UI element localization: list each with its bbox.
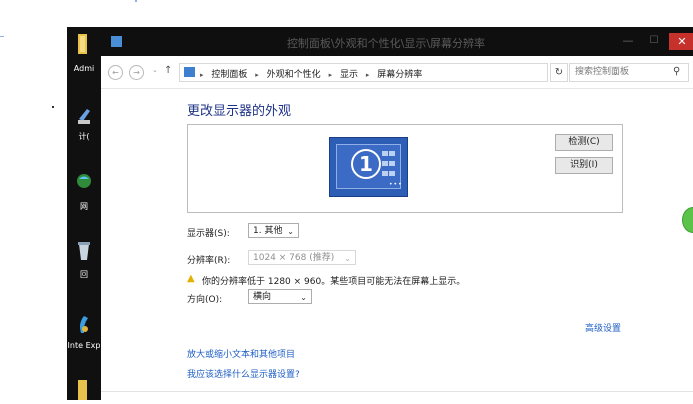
screen-resolution-window: 控制面板\外观和个性化\显示\屏幕分辨率 — ☐ ✕ ← → ⌄ ↑ ▸ 控制面… — [101, 27, 693, 400]
chevron-down-icon: ⌄ — [344, 254, 351, 263]
background-mark — [52, 106, 54, 108]
breadcrumb-separator[interactable]: ▸ — [329, 71, 333, 79]
monitor-taskbar-dots: ••• — [389, 181, 403, 188]
resolution-select[interactable]: 1024 × 768 (推荐) ⌄ — [248, 250, 356, 265]
monitor-arrangement-panel: 1 ••• 检测(C) 识别(I) — [187, 124, 623, 213]
identify-button[interactable]: 识别(I) — [555, 157, 613, 174]
desktop-strip: Admi 计( 网 回 Inte Exp — [67, 27, 101, 400]
desktop-icon-label: Inte Exp — [67, 341, 101, 350]
up-button[interactable]: ↑ — [164, 65, 172, 76]
recent-locations-button[interactable]: ⌄ — [152, 66, 158, 74]
search-box[interactable]: ⚲ — [569, 63, 689, 82]
divider — [101, 391, 693, 392]
display-select[interactable]: 1. 其他 ⌄ — [248, 223, 299, 238]
display-label: 显示器(S): — [187, 229, 230, 239]
back-button[interactable]: ← — [108, 65, 123, 80]
folder-icon[interactable] — [75, 33, 93, 55]
internet-explorer-icon[interactable] — [75, 313, 93, 335]
search-icon[interactable]: ⚲ — [673, 66, 680, 77]
desktop-icon-label: 回 — [80, 270, 88, 279]
breadcrumb-item[interactable]: 显示 — [340, 70, 358, 80]
orientation-select[interactable]: 横向 ⌄ — [248, 289, 312, 304]
resolution-warning: 你的分辨率低于 1280 × 960。某些项目可能无法在屏幕上显示。 — [202, 277, 466, 287]
breadcrumb-item[interactable]: 外观和个性化 — [267, 70, 321, 80]
background-mark — [0, 36, 4, 37]
orientation-value: 横向 — [253, 292, 272, 302]
breadcrumb-separator: ▸ — [200, 71, 204, 79]
control-panel-icon — [184, 67, 195, 77]
chevron-down-icon: ⌄ — [300, 293, 307, 302]
resolution-value: 1024 × 768 (推荐) — [253, 253, 335, 263]
chevron-down-icon: ⌄ — [287, 227, 294, 236]
display-value: 1. 其他 — [253, 226, 283, 236]
resolution-label: 分辨率(R): — [187, 256, 231, 266]
title-bar[interactable]: 控制面板\外观和个性化\显示\屏幕分辨率 — ☐ ✕ — [101, 27, 693, 56]
minimize-button[interactable]: — — [621, 35, 635, 47]
monitor-tile[interactable]: 1 ••• — [329, 137, 408, 197]
breadcrumb-item[interactable]: 屏幕分辨率 — [377, 70, 422, 80]
window-title: 控制面板\外观和个性化\显示\屏幕分辨率 — [286, 37, 486, 50]
warning-icon: ▲ — [187, 273, 195, 284]
breadcrumb-item[interactable]: 控制面板 — [211, 70, 247, 80]
window-icon — [111, 36, 122, 47]
address-bar[interactable]: ▸ 控制面板 ▸ 外观和个性化 ▸ 显示 ▸ 屏幕分辨率 ⌄ — [179, 63, 619, 82]
monitor-grid-icon — [381, 151, 396, 176]
breadcrumb: ▸ 控制面板 ▸ 外观和个性化 ▸ 显示 ▸ 屏幕分辨率 — [200, 67, 422, 80]
page-title: 更改显示器的外观 — [187, 104, 292, 119]
desktop-icon-label: 计( — [78, 132, 90, 141]
detect-button[interactable]: 检测(C) — [555, 134, 613, 151]
forward-button[interactable]: → — [129, 65, 144, 80]
navigation-bar: ← → ⌄ ↑ ▸ 控制面板 ▸ 外观和个性化 ▸ 显示 ▸ 屏幕分辨率 ⌄ ↻… — [101, 56, 693, 89]
network-icon[interactable] — [75, 170, 93, 192]
breadcrumb-separator[interactable]: ▸ — [366, 71, 370, 79]
computer-icon[interactable] — [75, 105, 93, 127]
desktop-icon-label: 网 — [80, 202, 88, 211]
background-mark — [135, 0, 137, 2]
close-button[interactable]: ✕ — [669, 33, 693, 50]
which-settings-link[interactable]: 我应该选择什么显示器设置? — [187, 367, 300, 380]
orientation-label: 方向(O): — [187, 295, 223, 305]
breadcrumb-separator[interactable]: ▸ — [255, 71, 259, 79]
text-size-link[interactable]: 放大或缩小文本和其他项目 — [187, 347, 295, 360]
monitor-number: 1 — [351, 149, 381, 179]
monitor-screen: 1 ••• — [336, 144, 403, 189]
refresh-button[interactable]: ↻ — [550, 63, 568, 82]
folder-icon[interactable] — [75, 379, 93, 401]
advanced-settings-link[interactable]: 高级设置 — [585, 321, 621, 334]
search-input[interactable] — [572, 65, 674, 78]
recycle-bin-icon[interactable] — [75, 240, 93, 262]
desktop-icon-label: Admi — [73, 64, 95, 73]
maximize-button[interactable]: ☐ — [647, 35, 661, 47]
